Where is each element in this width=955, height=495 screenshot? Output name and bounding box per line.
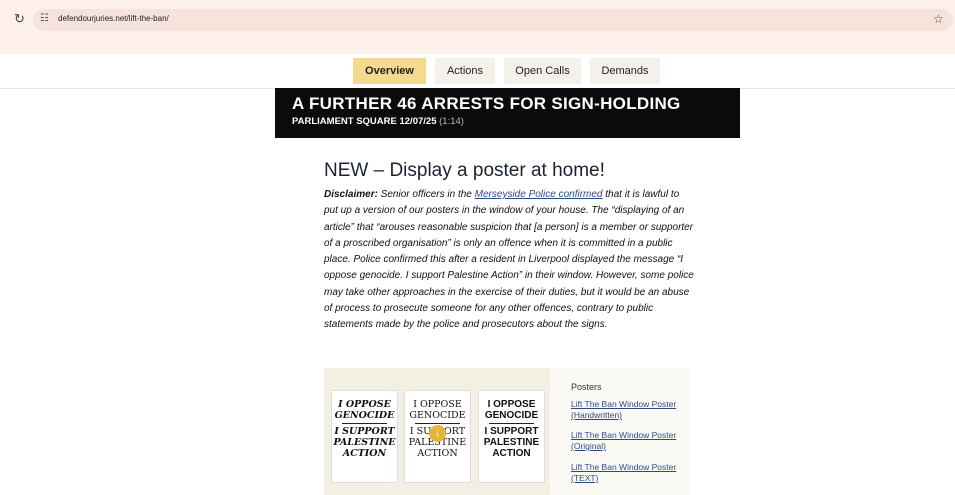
site-settings-icon[interactable]: ☷ (40, 13, 49, 24)
posters-title: Posters (571, 382, 602, 392)
browser-toolbar: ↻ ☷ defendourjuries.net/lift-the-ban/ ☆ (0, 0, 955, 55)
banner-title: A FURTHER 46 ARRESTS FOR SIGN-HOLDING (292, 94, 681, 113)
banner-subtitle: PARLIAMENT SQUARE 12/07/25 (1:14) (292, 116, 464, 127)
poster-text-link[interactable]: Lift The Ban Window Poster (TEXT) (571, 462, 686, 484)
banner-location-date: PARLIAMENT SQUARE 12/07/25 (292, 116, 437, 127)
disclaimer-text-rest: that it is lawful to put up a version of… (324, 189, 694, 331)
disclaimer-paragraph: Disclaimer: Senior officers in the Merse… (324, 187, 694, 334)
poster-handwritten-image[interactable]: I OPPOSE GENOCIDE I SUPPORT PALESTINE AC… (331, 390, 398, 483)
disclaimer-text-start: Senior officers in the (380, 189, 472, 200)
tab-demands[interactable]: Demands (590, 58, 660, 84)
poster-original-link[interactable]: Lift The Ban Window Poster (Original) (571, 430, 686, 452)
page-nav: Overview Actions Open Calls Demands (0, 54, 955, 89)
url-text[interactable]: defendourjuries.net/lift-the-ban/ (58, 14, 169, 23)
poster-text-image[interactable]: I OPPOSE GENOCIDE I SUPPORT PALESTINE AC… (478, 390, 545, 483)
address-bar[interactable]: ☷ defendourjuries.net/lift-the-ban/ ☆ (33, 9, 953, 31)
download-icon[interactable]: ↓ (429, 425, 446, 442)
video-banner[interactable]: A FURTHER 46 ARRESTS FOR SIGN-HOLDING PA… (275, 88, 740, 138)
poster-links-sidebar: Posters Lift The Ban Window Poster (Hand… (550, 368, 691, 495)
disclaimer-label: Disclaimer: (324, 189, 378, 200)
merseyside-police-link[interactable]: Merseyside Police confirmed (475, 189, 603, 200)
tab-open-calls[interactable]: Open Calls (504, 58, 581, 84)
bookmark-star-icon[interactable]: ☆ (933, 12, 944, 26)
poster-handwritten-link[interactable]: Lift The Ban Window Poster (Handwritten) (571, 399, 686, 421)
reload-icon[interactable]: ↻ (14, 11, 25, 27)
section-heading: NEW – Display a poster at home! (324, 160, 605, 181)
tab-actions[interactable]: Actions (435, 58, 495, 84)
tab-overview[interactable]: Overview (353, 58, 426, 84)
banner-duration: (1:14) (439, 116, 464, 127)
